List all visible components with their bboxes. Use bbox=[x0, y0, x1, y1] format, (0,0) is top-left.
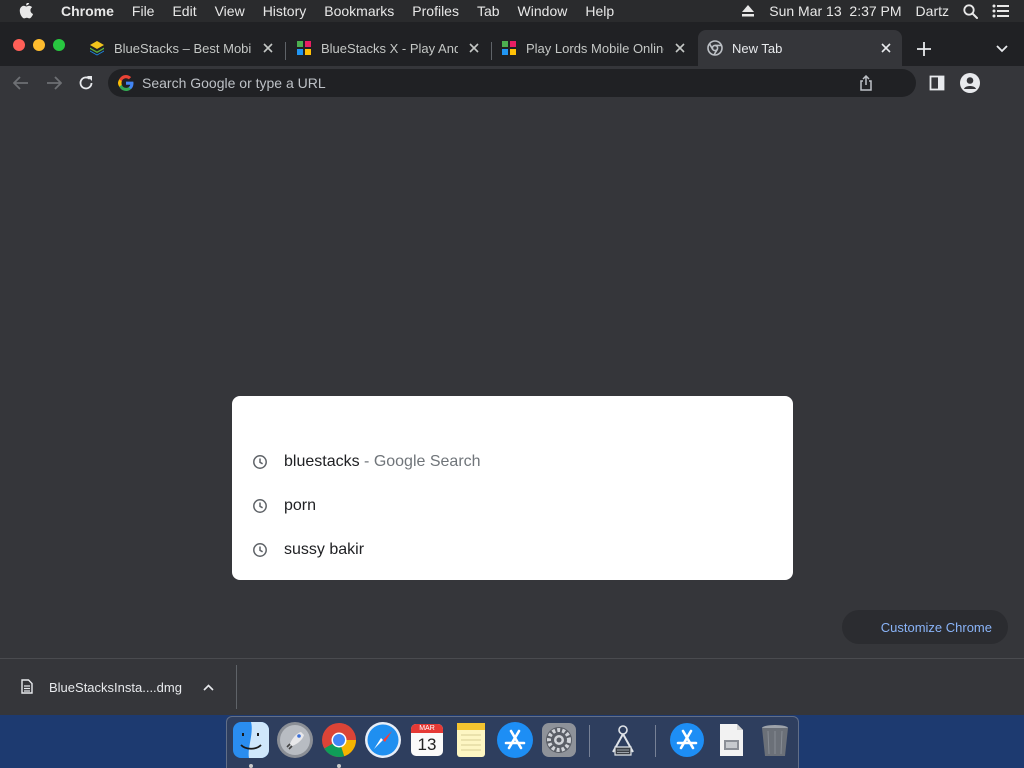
tab-close-icon[interactable] bbox=[260, 40, 276, 56]
tab-title: BlueStacks X - Play Android Games bbox=[321, 40, 458, 56]
file-icon bbox=[21, 679, 35, 695]
profile-avatar-icon[interactable] bbox=[959, 72, 981, 94]
side-panel-icon[interactable] bbox=[928, 74, 946, 92]
history-clock-icon bbox=[252, 454, 268, 470]
notes-icon[interactable] bbox=[452, 721, 490, 759]
menu-tab[interactable]: Tab bbox=[468, 0, 509, 22]
tab-title: BlueStacks – Best Mobile Gaming Platform bbox=[114, 40, 252, 56]
calendar-month: MAR bbox=[419, 725, 435, 732]
suggestion-query: porn bbox=[284, 497, 317, 514]
suggestion-query: sussy bakir bbox=[284, 541, 365, 558]
history-clock-icon bbox=[252, 498, 268, 514]
tab-lords-mobile[interactable]: Play Lords Mobile Online bbox=[492, 30, 696, 66]
system-preferences-gear-icon[interactable] bbox=[540, 721, 578, 759]
menu-app-name[interactable]: Chrome bbox=[54, 0, 123, 22]
customize-chrome-button[interactable]: Customize Chrome bbox=[842, 610, 1008, 644]
forward-arrow-icon[interactable] bbox=[43, 72, 65, 94]
chrome-window: BlueStacks – Best Mobile Gaming Platform… bbox=[0, 22, 1024, 715]
suggestion-suffix: - Google Search bbox=[359, 453, 481, 470]
new-tab-page: bluestacks - Google Search porn sussy ba… bbox=[0, 100, 1024, 658]
safari-compass-icon[interactable] bbox=[364, 721, 402, 759]
finder-icon[interactable] bbox=[232, 721, 270, 759]
download-filename: BlueStacksInsta....dmg bbox=[49, 679, 182, 695]
menubar-user[interactable]: Dartz bbox=[916, 3, 949, 19]
menu-file[interactable]: File bbox=[123, 0, 164, 22]
tab-strip: BlueStacks – Best Mobile Gaming Platform… bbox=[0, 22, 1024, 66]
suggestion-query: bluestacks bbox=[284, 453, 360, 470]
tab-title: New Tab bbox=[732, 40, 783, 56]
bluestacks-x-favicon bbox=[296, 40, 312, 56]
tab-bluestacks[interactable]: BlueStacks – Best Mobile Gaming Platform bbox=[80, 30, 284, 66]
suggestion-item[interactable]: porn bbox=[232, 488, 793, 524]
google-g-icon bbox=[118, 75, 134, 91]
app-store-icon[interactable] bbox=[496, 721, 534, 759]
search-suggestions-dropdown: bluestacks - Google Search porn sussy ba… bbox=[232, 396, 793, 580]
tab-close-icon[interactable] bbox=[878, 40, 894, 56]
new-tab-plus-icon[interactable] bbox=[914, 39, 934, 59]
eject-icon[interactable] bbox=[741, 5, 755, 17]
trash-icon[interactable] bbox=[756, 721, 794, 759]
browser-toolbar bbox=[0, 66, 1024, 100]
menu-profiles[interactable]: Profiles bbox=[403, 0, 468, 22]
documents-stack-icon[interactable] bbox=[712, 721, 750, 759]
reload-icon[interactable] bbox=[75, 72, 97, 94]
download-item[interactable]: BlueStacksInsta....dmg bbox=[0, 659, 236, 715]
tab-close-icon[interactable] bbox=[466, 40, 482, 56]
bluestacks-favicon bbox=[89, 40, 105, 56]
control-center-icon[interactable] bbox=[992, 4, 1010, 18]
omnibox-input[interactable] bbox=[142, 75, 858, 91]
tab-close-icon[interactable] bbox=[672, 40, 688, 56]
window-minimize-button[interactable] bbox=[33, 39, 45, 51]
history-clock-icon bbox=[252, 542, 268, 558]
menubar-datetime[interactable]: Sun Mar 13 2:37 PM bbox=[769, 3, 901, 19]
tab-bluestacks-x[interactable]: BlueStacks X - Play Android Games bbox=[287, 30, 490, 66]
bluestacks-x-favicon bbox=[501, 40, 517, 56]
macos-dock: MAR 13 bbox=[226, 716, 799, 768]
menu-view[interactable]: View bbox=[206, 0, 254, 22]
launchpad-rocket-icon[interactable] bbox=[276, 721, 314, 759]
tab-title: Play Lords Mobile Online bbox=[526, 40, 664, 56]
directory-utility-icon[interactable] bbox=[604, 721, 642, 759]
suggestion-item[interactable]: bluestacks - Google Search bbox=[232, 444, 793, 480]
menu-help[interactable]: Help bbox=[576, 0, 623, 22]
spotlight-search-icon[interactable] bbox=[963, 3, 978, 19]
menu-history[interactable]: History bbox=[254, 0, 316, 22]
download-shelf: BlueStacksInsta....dmg bbox=[0, 658, 1024, 715]
menu-bookmarks[interactable]: Bookmarks bbox=[315, 0, 403, 22]
chrome-app-icon[interactable] bbox=[320, 721, 358, 759]
apple-logo-icon[interactable] bbox=[19, 2, 35, 20]
suggestion-item[interactable]: sussy bakir bbox=[232, 532, 793, 568]
window-zoom-button[interactable] bbox=[53, 39, 65, 51]
calendar-day: 13 bbox=[417, 735, 437, 754]
app-store-folder-icon[interactable] bbox=[668, 721, 706, 759]
window-close-button[interactable] bbox=[13, 39, 25, 51]
calendar-icon[interactable]: MAR 13 bbox=[408, 721, 446, 759]
chrome-favicon bbox=[707, 40, 723, 56]
macos-menu-bar: Chrome File Edit View History Bookmarks … bbox=[0, 0, 1024, 22]
omnibox[interactable] bbox=[108, 69, 916, 97]
tab-search-chevron-icon[interactable] bbox=[993, 40, 1011, 58]
back-arrow-icon[interactable] bbox=[10, 72, 32, 94]
chevron-up-icon[interactable] bbox=[202, 680, 216, 694]
tab-new-tab[interactable]: New Tab bbox=[698, 30, 902, 66]
menu-edit[interactable]: Edit bbox=[163, 0, 205, 22]
share-icon[interactable] bbox=[858, 75, 874, 91]
menu-window[interactable]: Window bbox=[509, 0, 577, 22]
